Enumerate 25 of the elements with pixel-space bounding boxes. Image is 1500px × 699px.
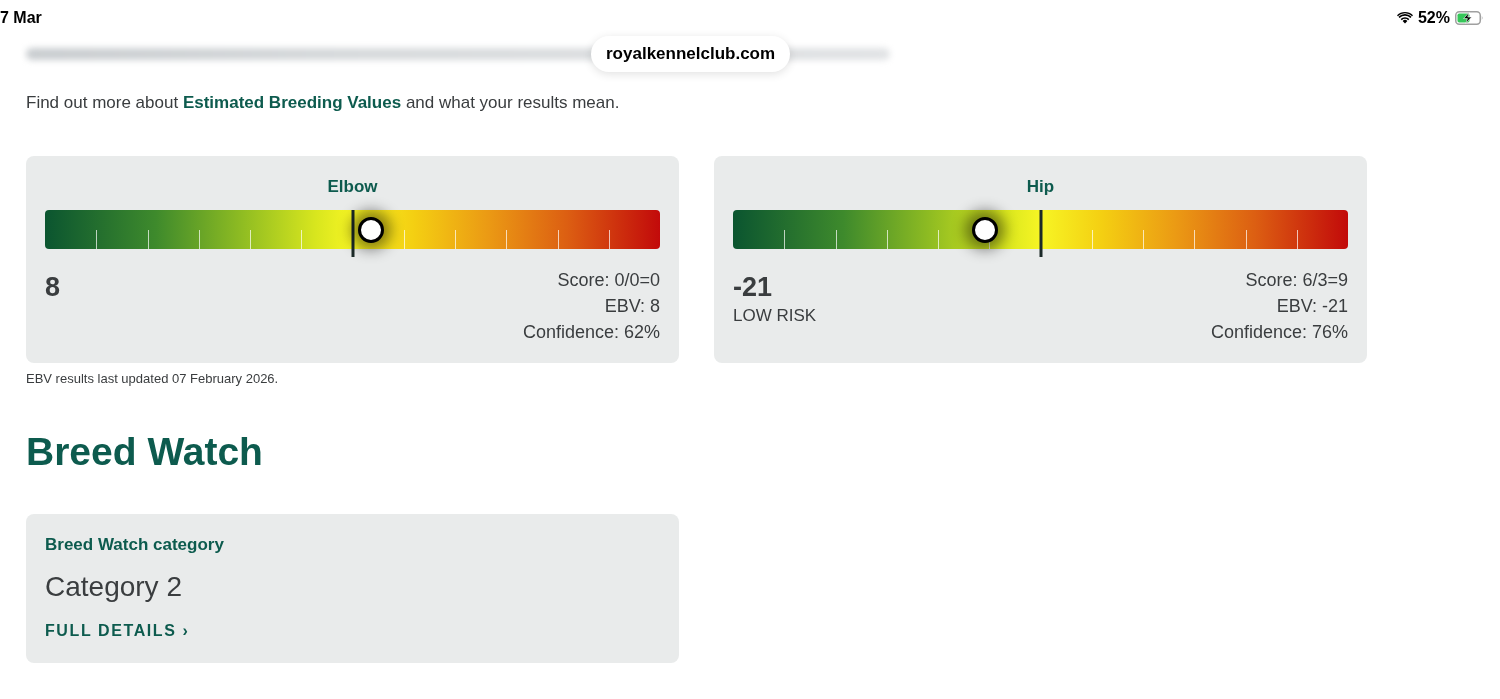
battery-percentage: 52% — [1417, 9, 1450, 27]
card-title: Hip — [1025, 176, 1056, 198]
status-date: 7 Mar — [0, 9, 42, 27]
address-bar[interactable]: royalkennelclub.com — [591, 36, 791, 72]
stat-line: Confidence: 76% — [1210, 321, 1348, 344]
intro-text: Find out more about Estimated Breeding Values and what your results mean. — [26, 92, 621, 114]
stat-line: Score: 6/3=9 — [1245, 269, 1348, 292]
stat-line: Confidence: 62% — [522, 321, 660, 344]
wifi-icon — [1396, 12, 1413, 24]
ebv-value: 8 — [45, 272, 61, 302]
risk-label: LOW RISK — [733, 305, 817, 327]
stat-line: EBV: 8 — [604, 295, 660, 318]
card-title: Elbow — [326, 176, 379, 198]
center-marker — [1039, 210, 1042, 257]
update-note: EBV results last updated 07 February 2026. — [26, 371, 280, 387]
card-label: Breed Watch category — [45, 534, 224, 556]
stat-line: Score: 0/0=0 — [557, 269, 660, 292]
battery-charging-icon — [1455, 11, 1484, 25]
section-heading: Breed Watch — [26, 430, 264, 474]
full-details-link[interactable]: FULL DETAILS › — [45, 621, 190, 641]
center-marker — [351, 210, 354, 257]
ebv-link[interactable]: Estimated Breeding Values — [182, 93, 402, 112]
category-value: Category 2 — [45, 570, 182, 604]
stat-line: EBV: -21 — [1276, 295, 1348, 318]
ebv-value: -21 — [733, 272, 774, 302]
